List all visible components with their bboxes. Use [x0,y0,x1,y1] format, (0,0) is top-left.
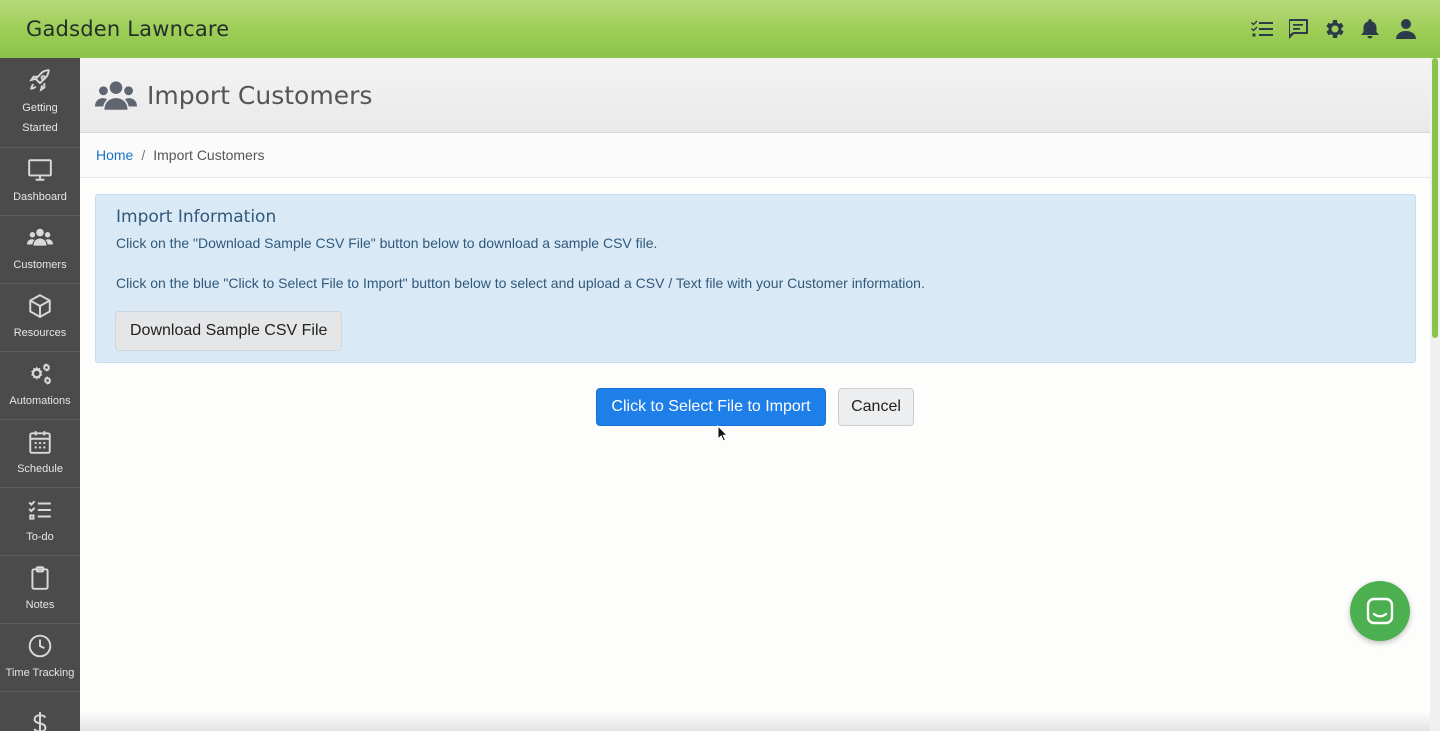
info-upload-instructions: Click on the blue "Click to Select File … [116,275,925,291]
checklist-icon [28,500,51,520]
sidebar: Getting Started Dashboard Customers Reso… [0,58,80,731]
scrollbar-thumb[interactable] [1432,58,1438,338]
sidebar-item-dashboard[interactable]: Dashboard [0,148,80,216]
breadcrumb-current: Import Customers [153,147,265,163]
sidebar-label: To-do [26,530,54,543]
sidebar-label: Resources [13,326,67,339]
dollar-icon [33,711,47,731]
top-bar: Gadsden Lawncare [0,0,1440,58]
sidebar-item-schedule[interactable]: Schedule [0,420,80,488]
mouse-cursor-icon [717,425,729,442]
message-icon[interactable] [1286,17,1310,41]
page-title: Import Customers [147,80,373,110]
users-icon [95,81,137,110]
sidebar-item-billing[interactable] [0,692,80,731]
download-sample-csv-button[interactable]: Download Sample CSV File [115,311,343,351]
sidebar-item-automations[interactable]: Automations [0,352,80,420]
rocket-icon [29,68,50,92]
gear-icon[interactable] [1322,17,1346,41]
sidebar-item-resources[interactable]: Resources [0,284,80,352]
bell-icon[interactable] [1358,17,1382,41]
import-info-panel: Import Information Click on the "Downloa… [95,194,1416,363]
sidebar-label: Customers [13,258,67,271]
clock-icon [28,634,52,657]
sidebar-label: Schedule [17,462,63,475]
sidebar-item-notes[interactable]: Notes [0,556,80,624]
chat-icon [1366,597,1394,625]
sidebar-item-getting-started[interactable]: Getting Started [0,58,80,148]
sidebar-label: Started [22,121,58,134]
sidebar-label: Getting [22,101,58,114]
chat-launcher-button[interactable] [1350,581,1410,641]
clipboard-icon [31,565,49,590]
sidebar-item-to-do[interactable]: To-do [0,488,80,556]
sidebar-item-customers[interactable]: Customers [0,216,80,284]
sidebar-label: Automations [9,394,71,407]
info-title: Import Information [116,207,277,227]
sidebar-label: Notes [25,598,55,611]
brand-name[interactable]: Gadsden Lawncare [26,17,229,41]
cancel-button[interactable]: Cancel [838,388,914,426]
scrollbar[interactable] [1430,58,1440,731]
top-icons [1250,17,1418,41]
monitor-icon [28,158,52,181]
info-download-instructions: Click on the "Download Sample CSV File" … [116,235,658,251]
select-file-import-button[interactable]: Click to Select File to Import [596,388,826,426]
gears-icon [31,362,52,385]
sidebar-label: Time Tracking [5,666,75,679]
sidebar-label: Dashboard [13,190,67,203]
box-icon [29,293,51,318]
bottom-shade [80,712,1430,731]
user-icon[interactable] [1394,17,1418,41]
sidebar-item-time-tracking[interactable]: Time Tracking [0,624,80,692]
breadcrumb-home-link[interactable]: Home [96,147,133,163]
page-header: Import Customers [80,58,1430,133]
calendar-icon [29,430,51,454]
users-icon [27,228,53,246]
tasks-icon[interactable] [1250,17,1274,41]
breadcrumb: Home / Import Customers [80,133,1430,178]
breadcrumb-separator: / [141,147,146,163]
